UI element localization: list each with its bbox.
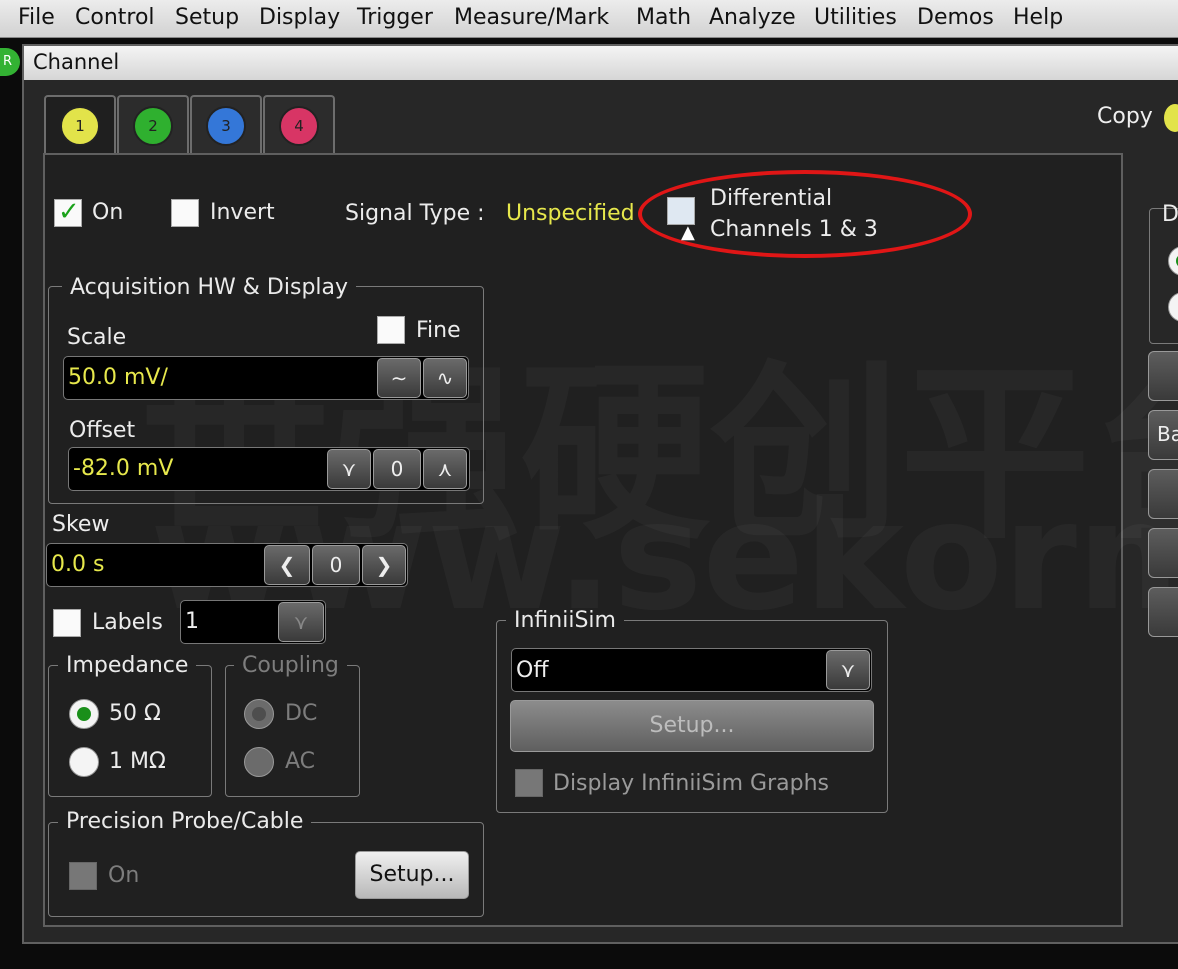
invert-checkbox[interactable] (171, 199, 199, 227)
scale-increase-button[interactable]: ∿ (423, 358, 467, 398)
infiniisim-setup-button[interactable]: Setup... (510, 700, 874, 752)
menu-bar: File Control Setup Display Trigger Measu… (0, 0, 1178, 38)
offset-label: Offset (69, 418, 136, 443)
probe-on-checkbox[interactable] (69, 862, 97, 890)
right-partial-group-title: D (1162, 202, 1178, 227)
coupling-dc-label: DC (285, 701, 318, 726)
invert-label: Invert (210, 200, 275, 225)
menu-demos[interactable]: Demos (917, 5, 994, 30)
skew-left-button[interactable]: ❮ (264, 545, 310, 585)
menu-file[interactable]: File (18, 5, 55, 30)
menu-setup[interactable]: Setup (175, 5, 239, 30)
channel-3-icon: 3 (206, 106, 246, 146)
offset-zero-button[interactable]: 0 (373, 449, 421, 489)
labels-checkbox[interactable] (53, 609, 81, 637)
skew-label: Skew (52, 512, 110, 537)
fine-label: Fine (416, 318, 461, 343)
menu-trigger[interactable]: Trigger (357, 5, 433, 30)
right-partial-group (1149, 208, 1178, 344)
impedance-50-label: 50 Ω (109, 701, 161, 726)
menu-display[interactable]: Display (259, 5, 340, 30)
right-partial-button-2[interactable]: Ba (1148, 410, 1178, 460)
highlight-annotation (638, 170, 972, 258)
coupling-title: Coupling (234, 653, 347, 678)
skew-zero-button[interactable]: 0 (312, 545, 360, 585)
acquisition-title: Acquisition HW & Display (62, 275, 357, 300)
probe-on-label: On (108, 863, 140, 888)
impedance-1m-radio[interactable] (69, 747, 99, 777)
tab-channel-4[interactable]: 4 (263, 95, 335, 155)
channel-on-checkbox[interactable] (54, 197, 82, 227)
menu-measure-mark[interactable]: Measure/Mark (454, 5, 609, 30)
infiniisim-graphs-checkbox[interactable] (515, 769, 543, 797)
tab-channel-1[interactable]: 1 (44, 95, 116, 157)
copy-label[interactable]: Copy (1097, 104, 1153, 129)
probe-title: Precision Probe/Cable (58, 809, 312, 834)
scale-decrease-button[interactable]: ∼ (377, 358, 421, 398)
impedance-group (48, 665, 212, 797)
impedance-50-radio[interactable] (69, 699, 99, 729)
infiniisim-select[interactable]: Off (511, 648, 872, 692)
offset-down-button[interactable]: ⋎ (327, 449, 371, 489)
dialog-titlebar[interactable]: Channel (24, 46, 1178, 80)
right-partial-button-3[interactable] (1148, 469, 1178, 519)
infiniisim-dropdown-icon[interactable]: ⋎ (826, 650, 870, 690)
coupling-group (225, 665, 360, 797)
signal-type-label: Signal Type : (345, 201, 485, 226)
labels-label: Labels (92, 610, 163, 635)
right-partial-button-4[interactable] (1148, 528, 1178, 578)
skew-right-button[interactable]: ❯ (362, 545, 406, 585)
menu-help[interactable]: Help (1013, 5, 1063, 30)
channel-2-icon: 2 (133, 106, 173, 146)
channel-on-label: On (92, 200, 124, 225)
signal-type-value[interactable]: Unspecified (506, 201, 635, 226)
labels-dropdown-icon[interactable]: ⋎ (278, 602, 324, 642)
tab-channel-3[interactable]: 3 (190, 95, 262, 155)
scale-label: Scale (67, 325, 127, 350)
coupling-ac-label: AC (285, 749, 316, 774)
impedance-1m-label: 1 MΩ (109, 749, 166, 774)
menu-utilities[interactable]: Utilities (814, 5, 897, 30)
offset-up-button[interactable]: ⋏ (423, 449, 467, 489)
channel-1-icon: 1 (60, 106, 100, 146)
coupling-ac-radio[interactable] (244, 747, 274, 777)
infiniisim-graphs-label: Display InfiniiSim Graphs (553, 771, 829, 796)
menu-math[interactable]: Math (636, 5, 691, 30)
fine-checkbox[interactable] (377, 316, 405, 344)
tab-channel-2[interactable]: 2 (117, 95, 189, 155)
mouse-cursor-icon: ▲ (681, 222, 695, 243)
right-partial-button-1[interactable] (1148, 351, 1178, 401)
infiniisim-title: InfiniiSim (506, 608, 624, 633)
impedance-title: Impedance (58, 653, 197, 678)
menu-analyze[interactable]: Analyze (709, 5, 796, 30)
probe-setup-button[interactable]: Setup... (355, 851, 469, 899)
run-status-indicator: R (0, 48, 20, 76)
right-partial-button-5[interactable] (1148, 587, 1178, 637)
coupling-dc-radio[interactable] (244, 699, 274, 729)
dialog-title: Channel (33, 50, 120, 74)
menu-control[interactable]: Control (75, 5, 155, 30)
channel-4-icon: 4 (279, 106, 319, 146)
